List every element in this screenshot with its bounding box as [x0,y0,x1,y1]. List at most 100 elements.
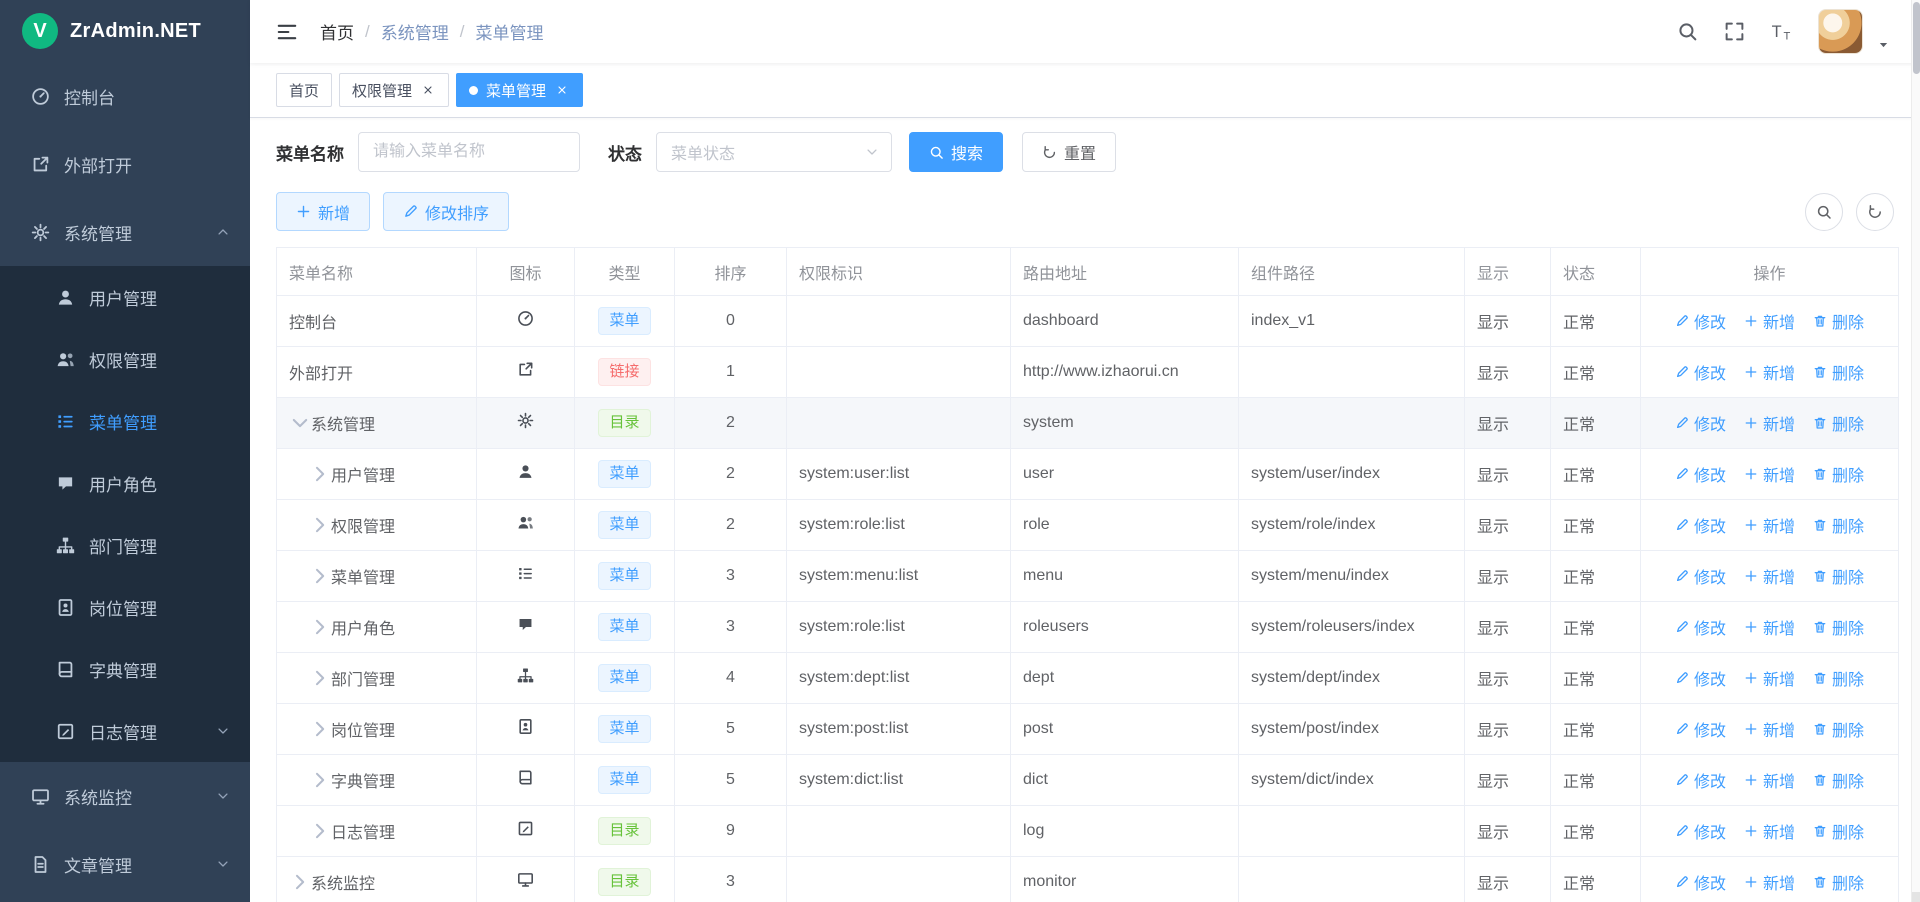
op-edit-link[interactable]: 修改 [1675,819,1726,843]
op-add-link[interactable]: 新增 [1744,462,1795,486]
sidebar-item[interactable]: 系统管理 [0,198,250,266]
add-button[interactable]: 新增 [276,192,370,231]
sidebar-item-label: 文章管理 [64,852,132,877]
expand-row-icon[interactable] [309,616,331,638]
op-edit-link[interactable]: 修改 [1675,309,1726,333]
page-scrollbar[interactable] [1911,0,1920,902]
expand-row-icon[interactable] [309,718,331,740]
breadcrumb-item[interactable]: 首页 [320,19,354,44]
collapse-row-icon[interactable] [289,412,311,434]
op-add-link[interactable]: 新增 [1744,717,1795,741]
op-edit-link[interactable]: 修改 [1675,870,1726,894]
logo[interactable]: V ZrAdmin.NET [0,0,250,62]
sidebar-item[interactable]: 岗位管理 [0,576,250,638]
tab-close-icon[interactable] [554,82,570,98]
op-add-link[interactable]: 新增 [1744,615,1795,639]
table-row: 菜单管理菜单3system:menu:listmenusystem/menu/i… [277,551,1899,602]
menu-name: 用户管理 [331,462,395,486]
sidebar-item[interactable]: 用户角色 [0,452,250,514]
op-add-link[interactable]: 新增 [1744,768,1795,792]
tab[interactable]: 菜单管理 [456,73,583,107]
fullscreen-icon[interactable] [1724,21,1745,42]
op-add-link[interactable]: 新增 [1744,564,1795,588]
plus-icon [1744,518,1758,532]
menu-name: 菜单管理 [331,564,395,588]
sidebar-item[interactable]: 权限管理 [0,328,250,390]
type-tag: 菜单 [598,766,650,794]
sidebar-item[interactable]: 用户管理 [0,266,250,328]
op-delete-link[interactable]: 删除 [1813,717,1864,741]
op-edit-link[interactable]: 修改 [1675,360,1726,384]
op-edit-link[interactable]: 修改 [1675,411,1726,435]
op-delete-link[interactable]: 删除 [1813,819,1864,843]
op-edit-link[interactable]: 修改 [1675,564,1726,588]
status-filter-select[interactable]: 菜单状态 [656,132,892,172]
op-delete-link[interactable]: 删除 [1813,666,1864,690]
tab[interactable]: 权限管理 [339,73,449,107]
route-cell: dept [1011,653,1239,704]
sidebar-item[interactable]: 菜单管理 [0,390,250,452]
expand-row-icon[interactable] [309,769,331,791]
trash-icon [1813,569,1827,583]
expand-row-icon[interactable] [289,871,311,893]
font-size-icon[interactable]: TT [1771,21,1792,42]
breadcrumb-item[interactable]: 系统管理 [381,19,449,44]
toggle-search-button[interactable] [1805,193,1843,231]
search-icon[interactable] [1677,21,1698,42]
op-edit-link[interactable]: 修改 [1675,768,1726,792]
sidebar-item[interactable]: 系统监控 [0,762,250,830]
refresh-table-button[interactable] [1856,193,1894,231]
chevron-down-icon[interactable] [1877,38,1890,54]
op-edit-link[interactable]: 修改 [1675,717,1726,741]
op-edit-link[interactable]: 修改 [1675,666,1726,690]
op-edit-link[interactable]: 修改 [1675,615,1726,639]
op-add-link[interactable]: 新增 [1744,513,1795,537]
op-delete-link[interactable]: 删除 [1813,870,1864,894]
op-add-link[interactable]: 新增 [1744,666,1795,690]
op-delete-link[interactable]: 删除 [1813,564,1864,588]
op-delete-link[interactable]: 删除 [1813,360,1864,384]
op-add-link[interactable]: 新增 [1744,411,1795,435]
modify-sort-button[interactable]: 修改排序 [383,192,509,231]
avatar[interactable] [1818,9,1863,54]
expand-row-icon[interactable] [309,463,331,485]
op-add-link[interactable]: 新增 [1744,819,1795,843]
tab[interactable]: 首页 [276,73,332,107]
op-add-link[interactable]: 新增 [1744,870,1795,894]
menu-name: 权限管理 [331,513,395,537]
reset-button[interactable]: 重置 [1022,132,1116,172]
op-delete-link[interactable]: 删除 [1813,768,1864,792]
op-delete-link[interactable]: 删除 [1813,513,1864,537]
scrollbar-thumb[interactable] [1913,2,1920,74]
sidebar-item[interactable]: 字典管理 [0,638,250,700]
expand-row-icon[interactable] [309,667,331,689]
op-edit-link[interactable]: 修改 [1675,462,1726,486]
op-delete-link[interactable]: 删除 [1813,615,1864,639]
expand-row-icon[interactable] [309,565,331,587]
op-delete-link[interactable]: 删除 [1813,411,1864,435]
sidebar-item-label: 控制台 [64,84,115,109]
op-delete-link[interactable]: 删除 [1813,309,1864,333]
sidebar-item[interactable]: 外部打开 [0,130,250,198]
tab-close-icon[interactable] [420,82,436,98]
display-cell: 显示 [1465,653,1551,704]
sidebar-toggle-icon[interactable] [276,21,298,43]
table-row: 外部打开链接1http://www.izhaorui.cn显示正常修改新增删除 [277,347,1899,398]
sidebar-item[interactable]: 日志管理 [0,700,250,762]
search-button[interactable]: 搜索 [909,132,1003,172]
op-add-link[interactable]: 新增 [1744,360,1795,384]
op-add-link[interactable]: 新增 [1744,309,1795,333]
op-edit-link[interactable]: 修改 [1675,513,1726,537]
op-delete-link[interactable]: 删除 [1813,462,1864,486]
sidebar-item[interactable]: 文章管理 [0,830,250,898]
sidebar-item[interactable]: 部门管理 [0,514,250,576]
trash-icon [1813,314,1827,328]
edit-icon [1675,416,1689,430]
expand-row-icon[interactable] [309,820,331,842]
op-label: 修改 [1694,513,1726,537]
route-cell: dict [1011,755,1239,806]
menu-name-filter-input[interactable] [358,132,580,172]
expand-row-icon[interactable] [309,514,331,536]
tabs-bar: 首页权限管理菜单管理 [250,63,1920,118]
sidebar-item[interactable]: 控制台 [0,62,250,130]
